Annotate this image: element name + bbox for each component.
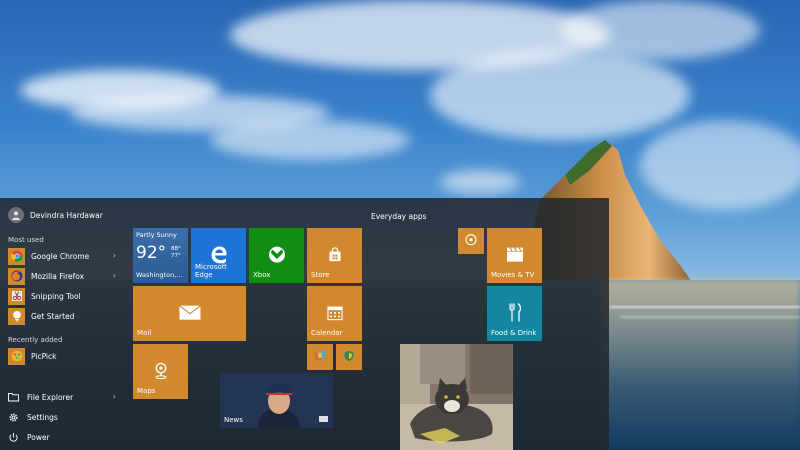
tile-maps[interactable]: Maps bbox=[133, 344, 188, 399]
disc-icon bbox=[465, 234, 477, 248]
weather-temp: 92° bbox=[136, 243, 167, 263]
calendar-icon bbox=[326, 304, 343, 322]
app-picpick[interactable]: PicPick bbox=[8, 347, 120, 365]
chevron-right-icon[interactable]: › bbox=[113, 271, 116, 280]
app-label: Google Chrome bbox=[31, 251, 90, 261]
tile-label: Xbox bbox=[253, 271, 271, 279]
tile-weather[interactable]: Partly Sunny 92° 88° 77° Washington,... bbox=[133, 228, 188, 283]
firefox-icon bbox=[8, 267, 25, 285]
tile-label: Calendar bbox=[311, 329, 343, 337]
app-get-started[interactable]: Get Started bbox=[8, 307, 120, 325]
chrome-icon bbox=[8, 247, 25, 265]
file-explorer-button[interactable]: File Explorer › bbox=[8, 389, 120, 405]
weather-condition: Partly Sunny bbox=[136, 231, 177, 239]
tile-microsoft-edge[interactable]: Microsoft Edge bbox=[191, 228, 246, 283]
gear-icon bbox=[9, 412, 18, 422]
app-google-chrome[interactable]: Google Chrome › bbox=[8, 247, 120, 265]
app-grid-icon bbox=[314, 350, 326, 364]
picpick-icon bbox=[8, 347, 25, 365]
file-explorer-label: File Explorer bbox=[27, 392, 74, 402]
tile-label: Store bbox=[311, 271, 330, 279]
tile-movies-tv[interactable]: Movies & TV bbox=[487, 228, 542, 283]
tile-xbox[interactable]: Xbox bbox=[249, 228, 304, 283]
user-name: Devindra Hardawar bbox=[30, 210, 103, 220]
tile-small-app[interactable] bbox=[336, 344, 362, 370]
most-used-label: Most used bbox=[8, 236, 44, 244]
xbox-icon bbox=[268, 245, 286, 265]
shield-icon bbox=[343, 350, 355, 364]
weather-city: Washington,... bbox=[136, 271, 183, 279]
tile-mail[interactable]: Mail bbox=[133, 286, 246, 341]
settings-button[interactable]: Settings bbox=[8, 409, 120, 425]
store-bag-icon bbox=[327, 246, 343, 264]
power-icon bbox=[9, 432, 18, 442]
lightbulb-icon bbox=[8, 307, 25, 325]
recently-added-label: Recently added bbox=[8, 336, 63, 344]
app-label: PicPick bbox=[31, 351, 57, 361]
surf-line bbox=[620, 316, 800, 318]
app-label: Get Started bbox=[31, 311, 75, 321]
power-button[interactable]: Power bbox=[8, 429, 120, 445]
tile-label: Microsoft Edge bbox=[195, 263, 227, 279]
chevron-right-icon[interactable]: › bbox=[113, 251, 116, 260]
app-label: Mozilla Firefox bbox=[31, 271, 85, 281]
app-label: Snipping Tool bbox=[31, 291, 81, 301]
group-label-everyday-apps[interactable]: Everyday apps bbox=[371, 212, 427, 221]
cat-photo bbox=[400, 344, 513, 450]
weather-high: 88° bbox=[171, 246, 181, 252]
clapperboard-icon bbox=[506, 246, 524, 264]
weather-range: 88° 77° bbox=[171, 246, 181, 260]
tile-label: Maps bbox=[137, 387, 156, 395]
tile-label: Mail bbox=[137, 329, 152, 337]
tile-small-app[interactable] bbox=[307, 344, 333, 370]
chevron-right-icon[interactable]: › bbox=[113, 392, 116, 401]
user-account[interactable]: Devindra Hardawar bbox=[8, 207, 103, 223]
surf-line bbox=[610, 306, 800, 308]
settings-label: Settings bbox=[27, 412, 58, 422]
folder-icon bbox=[8, 393, 19, 402]
start-left-column: Devindra Hardawar Most used Google Chrom… bbox=[0, 198, 123, 450]
power-label: Power bbox=[27, 432, 50, 442]
tile-photos[interactable] bbox=[400, 344, 513, 450]
tile-label: Food & Drink bbox=[491, 329, 537, 337]
tile-food-drink[interactable]: Food & Drink bbox=[487, 286, 542, 341]
envelope-icon bbox=[178, 304, 201, 322]
snipping-tool-icon bbox=[8, 287, 25, 305]
fork-knife-icon bbox=[507, 302, 523, 324]
app-mozilla-firefox[interactable]: Mozilla Firefox › bbox=[8, 267, 120, 285]
tile-label: Movies & TV bbox=[491, 271, 535, 279]
map-pin-icon bbox=[153, 361, 169, 381]
user-avatar-icon bbox=[8, 207, 24, 223]
app-snipping-tool[interactable]: Snipping Tool bbox=[8, 287, 120, 305]
tile-calendar[interactable]: Calendar bbox=[307, 286, 362, 341]
tile-store[interactable]: Store bbox=[307, 228, 362, 283]
tile-label: News bbox=[224, 416, 243, 424]
weather-low: 77° bbox=[171, 253, 181, 259]
tile-news[interactable]: News bbox=[220, 373, 333, 428]
tile-small-app[interactable] bbox=[458, 228, 484, 254]
